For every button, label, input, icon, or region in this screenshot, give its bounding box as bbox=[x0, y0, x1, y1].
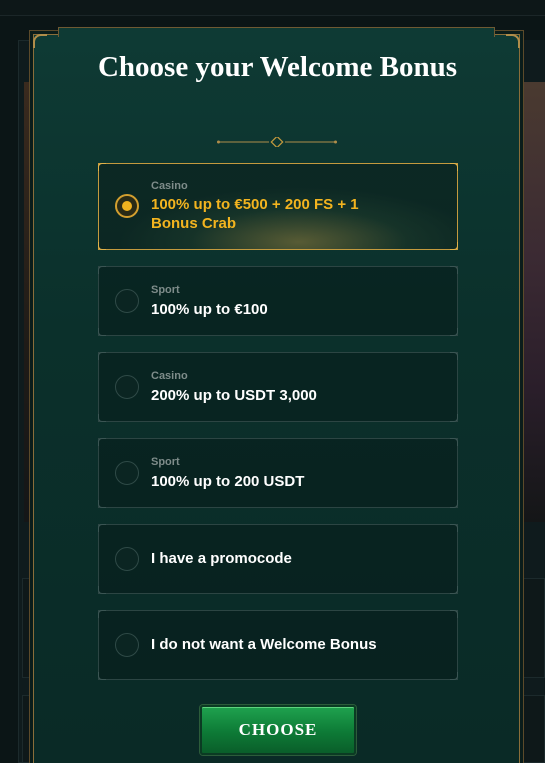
option-label: 200% up to USDT 3,000 bbox=[151, 387, 317, 404]
radio-unselected-icon[interactable] bbox=[115, 289, 139, 313]
option-corner bbox=[98, 610, 106, 618]
option-corner bbox=[450, 438, 458, 446]
option-label: 100% up to €100 bbox=[151, 301, 268, 318]
modal-title: Choose your Welcome Bonus bbox=[97, 51, 458, 83]
radio-unselected-icon[interactable] bbox=[115, 375, 139, 399]
option-corner bbox=[98, 163, 106, 171]
diamond-divider-icon bbox=[217, 137, 337, 147]
bonus-option-casino-500[interactable]: Casino 100% up to €500 + 200 FS + 1 Bonu… bbox=[98, 163, 458, 250]
option-corner bbox=[450, 414, 458, 422]
option-corner bbox=[98, 438, 106, 446]
choose-button[interactable]: CHOOSE bbox=[200, 705, 356, 755]
welcome-bonus-modal: Choose your Welcome Bonus Casino 100% up… bbox=[33, 27, 520, 763]
option-corner bbox=[450, 610, 458, 618]
option-corner bbox=[450, 163, 458, 171]
option-category: Casino bbox=[151, 370, 188, 382]
option-corner bbox=[98, 328, 106, 336]
frame-corner bbox=[506, 34, 520, 48]
option-corner bbox=[98, 242, 106, 250]
background-topbar bbox=[0, 0, 545, 16]
option-corner bbox=[450, 242, 458, 250]
option-corner bbox=[98, 524, 106, 532]
option-corner bbox=[450, 586, 458, 594]
option-corner bbox=[98, 586, 106, 594]
option-corner bbox=[98, 266, 106, 274]
option-corner bbox=[450, 672, 458, 680]
option-category: Sport bbox=[151, 284, 180, 296]
option-corner bbox=[450, 352, 458, 360]
option-label: I have a promocode bbox=[151, 550, 292, 567]
option-label: 100% up to €500 + 200 FS + 1 Bonus Crab bbox=[151, 196, 359, 232]
option-corner bbox=[98, 500, 106, 508]
option-corner bbox=[450, 266, 458, 274]
modal-frame-top bbox=[58, 27, 495, 37]
radio-unselected-icon[interactable] bbox=[115, 633, 139, 657]
option-corner bbox=[98, 414, 106, 422]
option-corner bbox=[98, 352, 106, 360]
option-corner bbox=[450, 524, 458, 532]
radio-unselected-icon[interactable] bbox=[115, 547, 139, 571]
bonus-option-casino-usdt[interactable]: Casino 200% up to USDT 3,000 bbox=[98, 352, 458, 422]
bonus-option-sport-usdt[interactable]: Sport 100% up to 200 USDT bbox=[98, 438, 458, 508]
radio-selected-icon[interactable] bbox=[115, 194, 139, 218]
bonus-option-no-bonus[interactable]: I do not want a Welcome Bonus bbox=[98, 610, 458, 680]
radio-unselected-icon[interactable] bbox=[115, 461, 139, 485]
option-label: I do not want a Welcome Bonus bbox=[151, 636, 377, 653]
bonus-option-promocode[interactable]: I have a promocode bbox=[98, 524, 458, 594]
frame-corner bbox=[33, 34, 47, 48]
option-label: 100% up to 200 USDT bbox=[151, 473, 305, 490]
bonus-option-sport-100[interactable]: Sport 100% up to €100 bbox=[98, 266, 458, 336]
option-category: Casino bbox=[151, 180, 188, 192]
option-corner bbox=[450, 328, 458, 336]
option-corner bbox=[450, 500, 458, 508]
option-category: Sport bbox=[151, 456, 180, 468]
option-corner bbox=[98, 672, 106, 680]
